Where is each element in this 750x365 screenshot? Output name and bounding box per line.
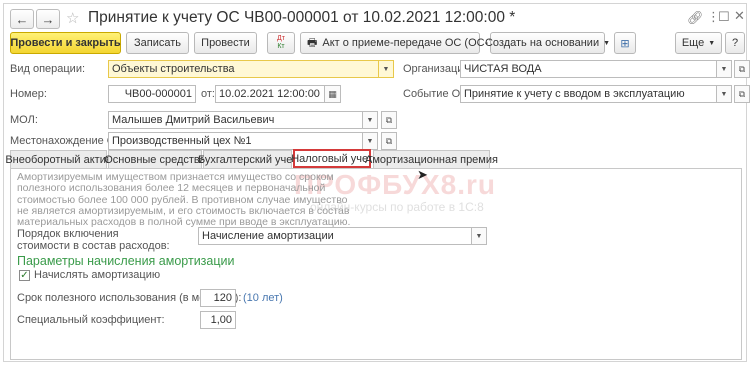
date-field[interactable]: 10.02.2021 12:00:00: [215, 85, 325, 103]
tab-fixed-assets[interactable]: Основные средства: [104, 150, 206, 168]
save-button[interactable]: Записать: [126, 32, 189, 54]
open-link-icon: ⧉: [738, 88, 746, 99]
expense-order-label-line: Порядок включения: [17, 228, 119, 240]
printer-icon: 🖶︎: [307, 36, 318, 49]
kt-label: Кт: [277, 43, 285, 50]
back-button[interactable]: ←: [10, 9, 34, 29]
useful-life-field[interactable]: 120: [200, 289, 236, 307]
expense-order-field[interactable]: Начисление амортизации: [198, 227, 472, 245]
useful-life-years: (10 лет): [243, 292, 283, 304]
mol-open-button[interactable]: ⧉: [381, 111, 397, 129]
favorite-star-icon[interactable]: ☆: [66, 9, 79, 27]
accrue-depreciation-checkbox[interactable]: ✓: [19, 270, 30, 281]
arrow-right-icon: →: [41, 11, 55, 27]
date-label: от:: [201, 88, 215, 100]
section-title: Параметры начисления амортизации: [17, 254, 235, 268]
more-button[interactable]: Еще ▼: [675, 32, 722, 54]
link-icon[interactable]: 🔗︎: [687, 10, 704, 26]
more-label: Еще: [681, 37, 705, 49]
expense-order-label: Порядок включения стоимости в состав рас…: [17, 228, 170, 252]
close-icon[interactable]: ✕: [734, 8, 745, 24]
number-label: Номер:: [10, 88, 47, 100]
organization-dropdown[interactable]: ▼: [717, 60, 732, 78]
special-coefficient-label: Специальный коэффициент:: [17, 314, 165, 326]
open-link-icon: ⧉: [738, 63, 746, 74]
expense-order-label-line: стоимости в состав расходов:: [17, 240, 170, 252]
chevron-down-icon: ▼: [603, 39, 611, 47]
mouse-cursor-icon: ➤: [417, 167, 428, 182]
info-text: Амортизируемым имуществом признается иму…: [17, 171, 350, 228]
window-title: Принятие к учету ОС ЧВ00-000001 от 10.02…: [88, 9, 516, 26]
chevron-down-icon: ▼: [475, 232, 483, 240]
event-field[interactable]: Принятие к учету с вводом в эксплуатацию: [460, 85, 717, 103]
structure-icon: ⊞: [620, 37, 630, 50]
info-line: полезного использования более 12 месяцев…: [17, 182, 326, 195]
create-based-on-button[interactable]: Создать на основании ▼: [485, 32, 610, 54]
op-type-label: Вид операции:: [10, 63, 86, 75]
calendar-icon: ▦: [328, 88, 337, 99]
calendar-button[interactable]: ▦: [325, 85, 341, 103]
chevron-down-icon: ▼: [720, 90, 728, 98]
tab-noncurrent-asset[interactable]: Внеоборотный актив: [5, 150, 112, 168]
chevron-down-icon: ▼: [720, 65, 728, 73]
accrue-depreciation-label: Начислять амортизацию: [34, 269, 161, 281]
event-dropdown[interactable]: ▼: [717, 85, 732, 103]
tab-accounting[interactable]: Бухгалтерский учет: [198, 150, 297, 168]
structure-button[interactable]: ⊞: [614, 32, 636, 54]
op-type-dropdown[interactable]: ▼: [379, 60, 394, 78]
organization-open-button[interactable]: ⧉: [734, 60, 750, 78]
dt-label: Дт: [277, 35, 285, 42]
organization-field[interactable]: ЧИСТАЯ ВОДА: [460, 60, 717, 78]
arrow-left-icon: ←: [15, 11, 29, 27]
mol-dropdown[interactable]: ▼: [363, 111, 378, 129]
chevron-down-icon: ▼: [708, 39, 716, 47]
create-based-on-label: Создать на основании: [484, 37, 600, 49]
tab-tax-accounting[interactable]: Налоговый учет: [291, 149, 373, 168]
open-link-icon: ⧉: [385, 135, 393, 146]
chevron-down-icon: ▼: [366, 137, 374, 145]
op-type-field[interactable]: Объекты строительства: [108, 60, 379, 78]
dtkt-button[interactable]: Дт Кт: [267, 32, 295, 54]
special-coefficient-field[interactable]: 1,00: [200, 311, 236, 329]
act-os1-button[interactable]: 🖶︎ Акт о приеме-передаче ОС (ОС-1): [300, 32, 498, 54]
chevron-down-icon: ▼: [366, 116, 374, 124]
chevron-down-icon: ▼: [382, 65, 390, 73]
help-button[interactable]: ?: [725, 32, 745, 54]
open-link-icon: ⧉: [385, 114, 393, 125]
post-button[interactable]: Провести: [194, 32, 257, 54]
mol-label: МОЛ:: [10, 114, 38, 126]
document-window: ← → ☆ Принятие к учету ОС ЧВ00-000001 от…: [3, 3, 750, 362]
expense-order-dropdown[interactable]: ▼: [472, 227, 487, 245]
forward-button[interactable]: →: [36, 9, 60, 29]
mol-field[interactable]: Малышев Дмитрий Васильевич: [108, 111, 363, 129]
location-dropdown[interactable]: ▼: [363, 132, 378, 150]
location-field[interactable]: Производственный цех №1: [108, 132, 363, 150]
tab-depreciation-bonus[interactable]: Амортизационная премия: [365, 150, 498, 168]
act-os1-label: Акт о приеме-передаче ОС (ОС-1): [322, 37, 499, 49]
event-open-button[interactable]: ⧉: [734, 85, 750, 103]
maximize-icon[interactable]: ☐: [718, 9, 730, 25]
location-open-button[interactable]: ⧉: [381, 132, 397, 150]
number-field[interactable]: ЧВ00-000001: [108, 85, 196, 103]
post-and-close-button[interactable]: Провести и закрыть: [10, 32, 121, 54]
